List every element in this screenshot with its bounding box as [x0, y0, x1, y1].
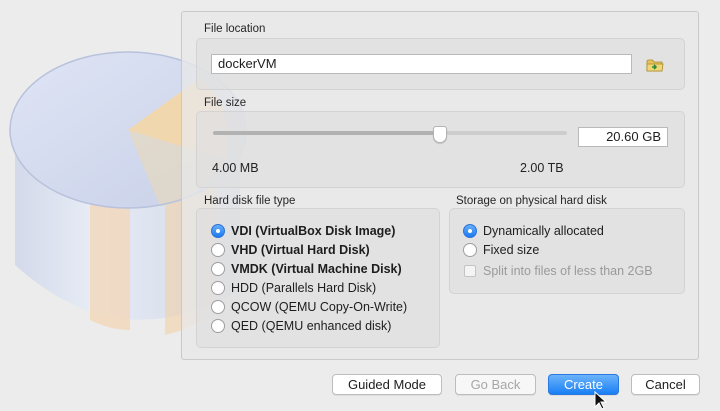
option-label: VDI (VirtualBox Disk Image): [231, 224, 396, 238]
storage-option-dynamic[interactable]: Dynamically allocated: [463, 222, 604, 240]
disk-type-option-vhd[interactable]: VHD (Virtual Hard Disk): [211, 241, 370, 259]
mouse-pointer-icon: [594, 391, 608, 410]
go-back-button[interactable]: Go Back: [455, 374, 536, 395]
guided-mode-button[interactable]: Guided Mode: [332, 374, 442, 395]
radio-button[interactable]: [211, 281, 225, 295]
radio-button[interactable]: [211, 224, 225, 238]
file-size-min-label: 4.00 MB: [212, 161, 259, 175]
file-size-label: File size: [204, 97, 247, 109]
disk-type-option-vmdk[interactable]: VMDK (Virtual Machine Disk): [211, 260, 402, 278]
radio-button[interactable]: [211, 243, 225, 257]
file-location-input[interactable]: dockerVM: [211, 54, 632, 74]
option-label: QCOW (QEMU Copy-On-Write): [231, 300, 408, 314]
file-size-group: [196, 111, 685, 188]
option-label: HDD (Parallels Hard Disk): [231, 281, 377, 295]
disk-type-label: Hard disk file type: [204, 195, 296, 207]
cancel-button[interactable]: Cancel: [631, 374, 700, 395]
storage-label: Storage on physical hard disk: [456, 195, 607, 207]
radio-button[interactable]: [211, 319, 225, 333]
disk-type-option-qcow[interactable]: QCOW (QEMU Copy-On-Write): [211, 298, 407, 316]
radio-button[interactable]: [211, 300, 225, 314]
option-label: Dynamically allocated: [483, 224, 604, 238]
disk-type-option-hdd[interactable]: HDD (Parallels Hard Disk): [211, 279, 376, 297]
split-files-checkbox[interactable]: [464, 265, 476, 277]
file-size-slider-fill: [213, 131, 440, 135]
option-label: Fixed size: [483, 243, 540, 257]
disk-type-option-vdi[interactable]: VDI (VirtualBox Disk Image): [211, 222, 395, 240]
storage-option-fixed[interactable]: Fixed size: [463, 241, 539, 259]
file-size-slider[interactable]: [213, 131, 567, 135]
file-size-input[interactable]: 20.60 GB: [578, 127, 668, 147]
radio-button[interactable]: [211, 262, 225, 276]
option-label: VMDK (Virtual Machine Disk): [231, 262, 402, 276]
file-size-max-label: 2.00 TB: [520, 161, 564, 175]
option-label: QED (QEMU enhanced disk): [231, 319, 392, 333]
split-files-checkbox-row[interactable]: Split into files of less than 2GB: [464, 262, 653, 280]
option-label: VHD (Virtual Hard Disk): [231, 243, 370, 257]
create-button[interactable]: Create: [548, 374, 619, 395]
radio-button[interactable]: [463, 224, 477, 238]
disk-type-option-qed[interactable]: QED (QEMU enhanced disk): [211, 317, 391, 335]
file-size-slider-thumb[interactable]: [432, 126, 447, 143]
split-files-label: Split into files of less than 2GB: [483, 264, 653, 278]
folder-icon[interactable]: [645, 55, 665, 75]
radio-button[interactable]: [463, 243, 477, 257]
file-location-label: File location: [204, 23, 266, 35]
